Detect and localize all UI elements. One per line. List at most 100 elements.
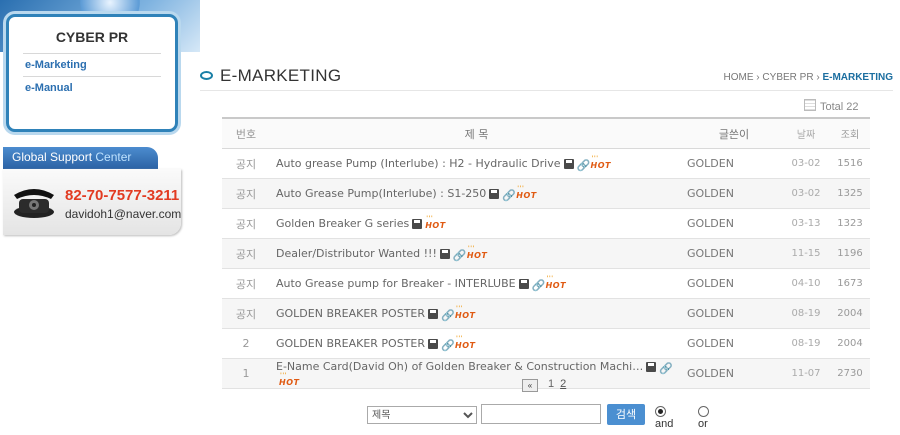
sidebar-item-e-marketing[interactable]: e-Marketing <box>23 54 161 76</box>
row-date: 04-10 <box>782 268 830 299</box>
search-field-select[interactable]: 제목 <box>367 406 477 424</box>
hot-badge: HOT <box>279 378 299 387</box>
row-title-cell: GOLDEN BREAKER POSTER 🔗HOT <box>270 298 683 329</box>
disk-icon <box>646 362 657 372</box>
row-title-cell: Dealer/Distributor Wanted !!! 🔗HOT <box>270 238 683 269</box>
disk-icon <box>489 188 500 199</box>
row-number: 공지 <box>222 208 270 239</box>
table-row[interactable]: 공지 Auto Grease Pump(Interlube) : S1-250 🔗H… <box>222 178 870 209</box>
row-author: GOLDEN <box>683 268 782 299</box>
radio-and-dot[interactable] <box>655 406 666 417</box>
hot-badge: HOT <box>516 191 536 200</box>
total-count: Total 22 <box>804 99 859 113</box>
search-input[interactable] <box>481 404 601 424</box>
list-icon <box>804 99 816 111</box>
title-bullet-icon <box>200 71 213 80</box>
hot-badge: HOT <box>455 341 475 350</box>
table-row[interactable]: 공지 GOLDEN BREAKER POSTER 🔗HOT GOLDEN08-1920… <box>222 298 870 329</box>
row-views: 1673 <box>830 268 870 299</box>
link-icon: 🔗 <box>659 362 673 375</box>
global-support-box: Global Support Center 82-70-7577-3211 da… <box>3 147 183 237</box>
hot-badge: HOT <box>455 311 475 320</box>
row-title-cell: Auto Grease Pump(Interlube) : S1-250 🔗HOT <box>270 178 683 209</box>
row-date: 03-02 <box>782 178 830 209</box>
row-views: 1323 <box>830 208 870 239</box>
support-email: davidoh1@naver.com <box>65 207 182 221</box>
table-row[interactable]: 2 GOLDEN BREAKER POSTER 🔗HOT GOLDEN08-19200… <box>222 328 870 359</box>
disk-icon <box>518 278 529 289</box>
page-title: E-MARKETING <box>220 66 342 85</box>
row-views: 1196 <box>830 238 870 269</box>
link-icon: 🔗 <box>452 248 467 262</box>
post-title-link[interactable]: GOLDEN BREAKER POSTER <box>276 337 425 350</box>
row-date: 08-19 <box>782 328 830 359</box>
pagination: « 1 2 <box>522 378 566 392</box>
row-views: 2004 <box>830 328 870 359</box>
row-author: GOLDEN <box>683 208 782 239</box>
row-date: 08-19 <box>782 298 830 329</box>
link-icon: 🔗 <box>531 278 546 292</box>
post-table: 번호 제 목 글쓴이 날짜 조회 공지 Auto grease Pump (Int… <box>222 117 870 389</box>
row-views: 2730 <box>830 358 870 389</box>
row-title-cell: Auto Grease pump for Breaker - INTERLUBE… <box>270 268 683 299</box>
page-header: E-MARKETING HOME › CYBER PR › E-MARKETIN… <box>200 64 893 91</box>
breadcrumb-section[interactable]: CYBER PR <box>762 72 813 83</box>
row-number: 공지 <box>222 298 270 329</box>
row-title-cell: GOLDEN BREAKER POSTER 🔗HOT <box>270 328 683 359</box>
radio-and[interactable]: and <box>655 406 673 430</box>
row-title-cell: E-Name Card(David Oh) of Golden Breaker … <box>270 358 683 389</box>
post-title-link[interactable]: Auto grease Pump (Interlube) : H2 - Hydr… <box>276 157 561 170</box>
disk-icon <box>428 338 439 349</box>
row-date: 03-02 <box>782 148 830 179</box>
table-row[interactable]: 공지 Golden Breaker G series HOT GOLDEN03-131… <box>222 208 870 239</box>
col-header-author: 글쓴이 <box>683 117 782 149</box>
sidebar-nav: CYBER PR e-Marketing e-Manual <box>6 14 178 132</box>
row-number: 2 <box>222 328 270 359</box>
row-title-cell: Golden Breaker G series HOT <box>270 208 683 239</box>
double-left-arrow-icon[interactable]: « <box>522 379 538 392</box>
post-title-link[interactable]: Dealer/Distributor Wanted !!! <box>276 247 437 260</box>
row-title-cell: Auto grease Pump (Interlube) : H2 - Hydr… <box>270 148 683 179</box>
search-button[interactable]: 검색 <box>607 404 645 425</box>
col-header-no: 번호 <box>222 117 270 149</box>
row-author: GOLDEN <box>683 328 782 359</box>
post-title-link[interactable]: Golden Breaker G series <box>276 217 409 230</box>
page-2-link[interactable]: 2 <box>560 378 566 390</box>
table-row[interactable]: 공지 Auto grease Pump (Interlube) : H2 - Hy… <box>222 148 870 179</box>
col-header-title: 제 목 <box>270 117 683 149</box>
sidebar-item-e-manual[interactable]: e-Manual <box>23 77 161 99</box>
breadcrumb-home[interactable]: HOME <box>724 72 754 83</box>
post-title-link[interactable]: E-Name Card(David Oh) of Golden Breaker … <box>276 360 643 373</box>
radio-or-dot[interactable] <box>698 406 709 417</box>
table-row[interactable]: 공지 Dealer/Distributor Wanted !!! 🔗HOT GOLDE… <box>222 238 870 269</box>
page-1: 1 <box>548 378 555 390</box>
row-author: GOLDEN <box>683 238 782 269</box>
row-views: 2004 <box>830 298 870 329</box>
telephone-icon <box>14 189 54 218</box>
hot-badge: HOT <box>591 161 611 170</box>
breadcrumb-current: E-MARKETING <box>822 72 893 83</box>
link-icon: 🔗 <box>502 188 516 202</box>
row-number: 공지 <box>222 268 270 299</box>
radio-or[interactable]: or <box>698 406 712 430</box>
hot-badge: HOT <box>467 251 487 260</box>
table-row[interactable]: 공지 Auto Grease pump for Breaker - INTERLU… <box>222 268 870 299</box>
row-number: 공지 <box>222 148 270 179</box>
col-header-views: 조회 <box>830 117 870 149</box>
link-icon: 🔗 <box>441 338 455 352</box>
row-views: 1325 <box>830 178 870 209</box>
post-title-link[interactable]: GOLDEN BREAKER POSTER <box>276 307 425 320</box>
link-icon: 🔗 <box>441 308 455 322</box>
breadcrumb: HOME › CYBER PR › E-MARKETING <box>723 72 893 83</box>
post-title-link[interactable]: Auto Grease Pump(Interlube) : S1-250 <box>276 187 486 200</box>
col-header-date: 날짜 <box>782 117 830 149</box>
support-tab: Global Support Center <box>3 147 158 169</box>
row-number: 공지 <box>222 178 270 209</box>
row-author: GOLDEN <box>683 298 782 329</box>
row-number: 공지 <box>222 238 270 269</box>
hot-badge: HOT <box>546 281 566 290</box>
post-title-link[interactable]: Auto Grease pump for Breaker - INTERLUBE <box>276 277 516 290</box>
support-phone-number: 82-70-7577-3211 <box>65 187 180 204</box>
sidebar-title: CYBER PR <box>55 29 129 45</box>
row-author: GOLDEN <box>683 358 782 389</box>
